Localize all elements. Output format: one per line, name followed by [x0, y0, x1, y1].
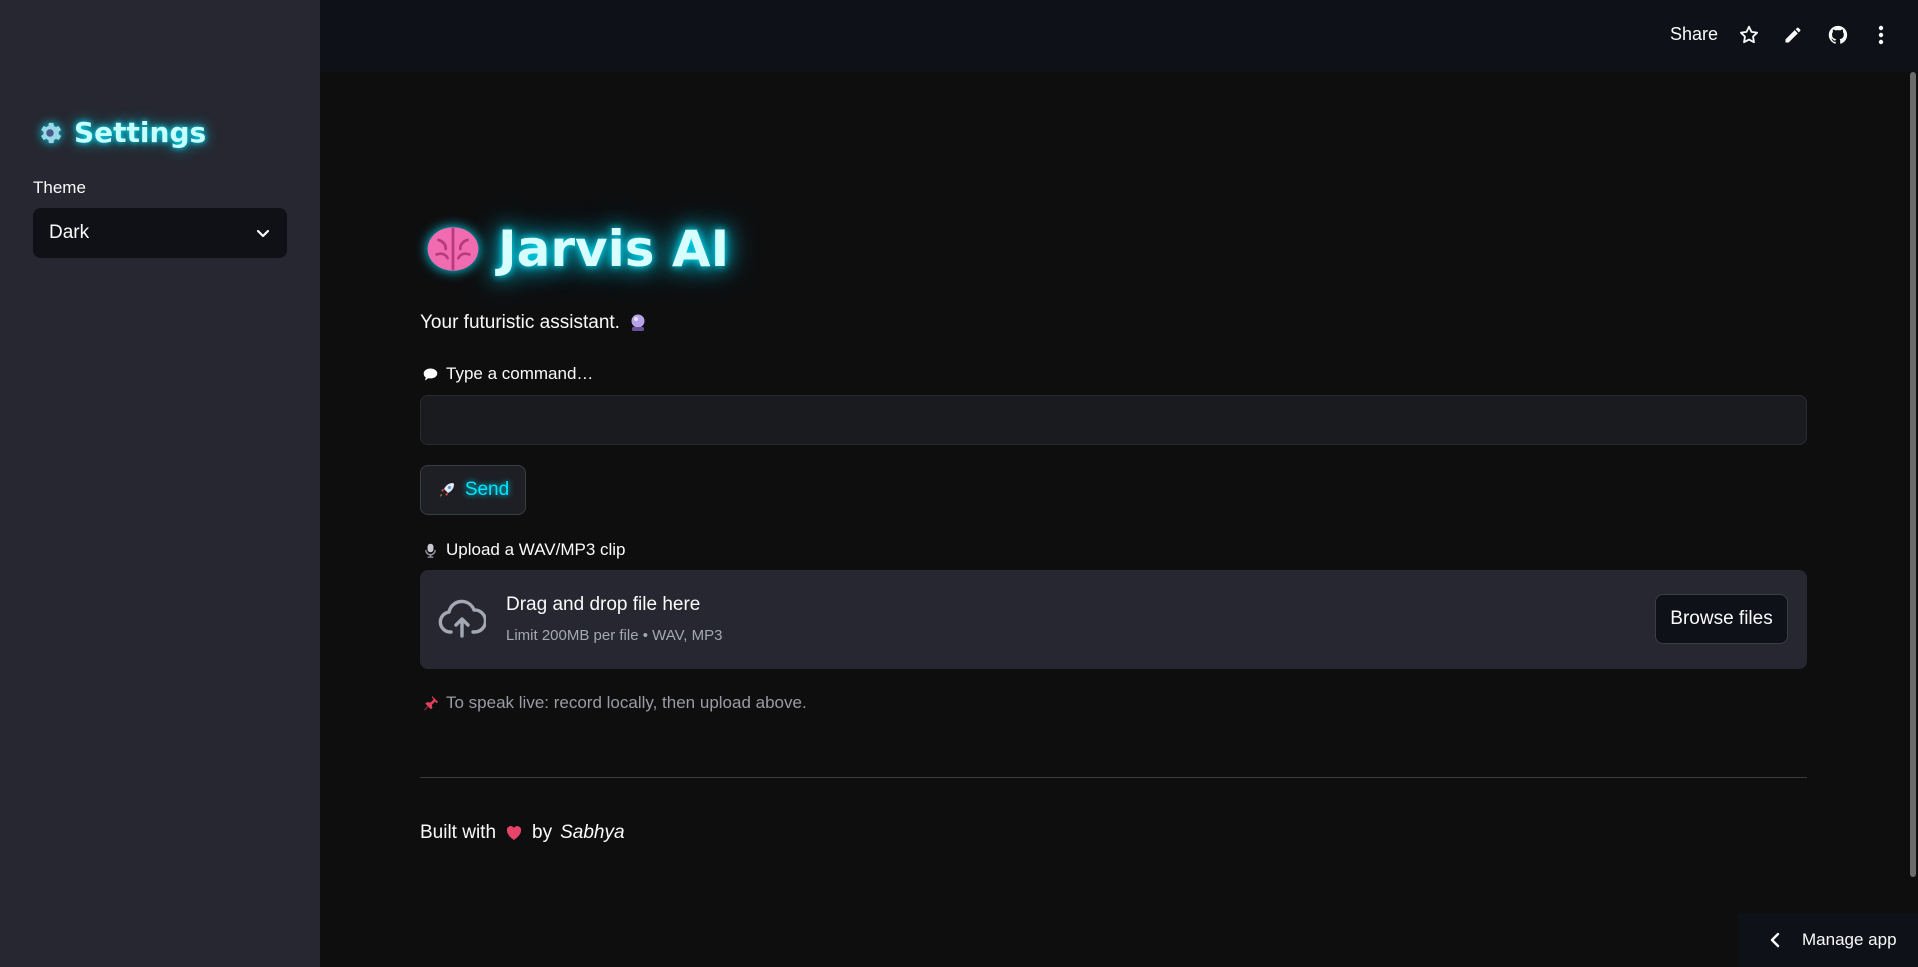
- live-caption: To speak live: record locally, then uplo…: [422, 693, 807, 713]
- send-button[interactable]: Send: [420, 465, 526, 515]
- footer: Built with by Sabhya: [420, 822, 625, 844]
- dropzone-limit: Limit 200MB per file • WAV, MP3: [506, 627, 723, 644]
- edit-icon[interactable]: [1780, 22, 1806, 48]
- command-label: Type a command…: [422, 364, 593, 384]
- speech-bubble-icon: [423, 368, 438, 380]
- sidebar-title: Settings: [36, 116, 206, 149]
- upload-label: Upload a WAV/MP3 clip: [422, 540, 626, 560]
- theme-label: Theme: [33, 178, 86, 197]
- footer-prefix: Built with: [420, 822, 497, 843]
- sidebar-title-text: Settings: [74, 116, 207, 149]
- manage-app-label: Manage app: [1802, 930, 1897, 949]
- browse-files-button[interactable]: Browse files: [1655, 594, 1788, 644]
- theme-select[interactable]: Dark: [33, 208, 287, 258]
- gear-icon: [41, 122, 62, 143]
- upload-label-text: Upload a WAV/MP3 clip: [446, 540, 626, 559]
- github-icon[interactable]: [1825, 22, 1851, 48]
- chevron-down-icon: [256, 229, 270, 238]
- manage-app-button[interactable]: Manage app: [1738, 913, 1918, 967]
- crystal-ball-icon: [631, 314, 645, 331]
- microphone-icon: [425, 543, 436, 558]
- star-icon[interactable]: [1736, 22, 1762, 48]
- subtitle: Your futuristic assistant.: [420, 312, 648, 334]
- pushpin-icon: [424, 695, 439, 711]
- subtitle-text: Your futuristic assistant.: [420, 312, 620, 333]
- cloud-upload-icon: [438, 599, 486, 638]
- sidebar: Settings Theme Dark: [0, 0, 320, 967]
- page-title: Jarvis AI: [424, 220, 729, 278]
- heart-icon: [506, 826, 522, 840]
- file-dropzone[interactable]: Drag and drop file here Limit 200MB per …: [420, 570, 1807, 669]
- command-input[interactable]: [420, 395, 1807, 445]
- command-label-text: Type a command…: [446, 364, 594, 383]
- caption-text: To speak live: record locally, then uplo…: [446, 693, 807, 712]
- scrollbar[interactable]: [1910, 72, 1916, 877]
- page-title-text: Jarvis AI: [498, 220, 730, 278]
- brain-icon: [427, 227, 479, 271]
- chevron-left-icon: [1770, 932, 1780, 948]
- more-vertical-icon[interactable]: [1868, 22, 1894, 48]
- divider: [420, 777, 1807, 778]
- dropzone-title: Drag and drop file here: [506, 594, 701, 615]
- theme-select-value: Dark: [49, 222, 90, 243]
- send-button-label: Send: [464, 479, 510, 500]
- share-button[interactable]: Share: [1670, 24, 1718, 45]
- footer-author: Sabhya: [560, 822, 625, 843]
- rocket-icon: [439, 483, 454, 497]
- footer-by: by: [532, 822, 553, 843]
